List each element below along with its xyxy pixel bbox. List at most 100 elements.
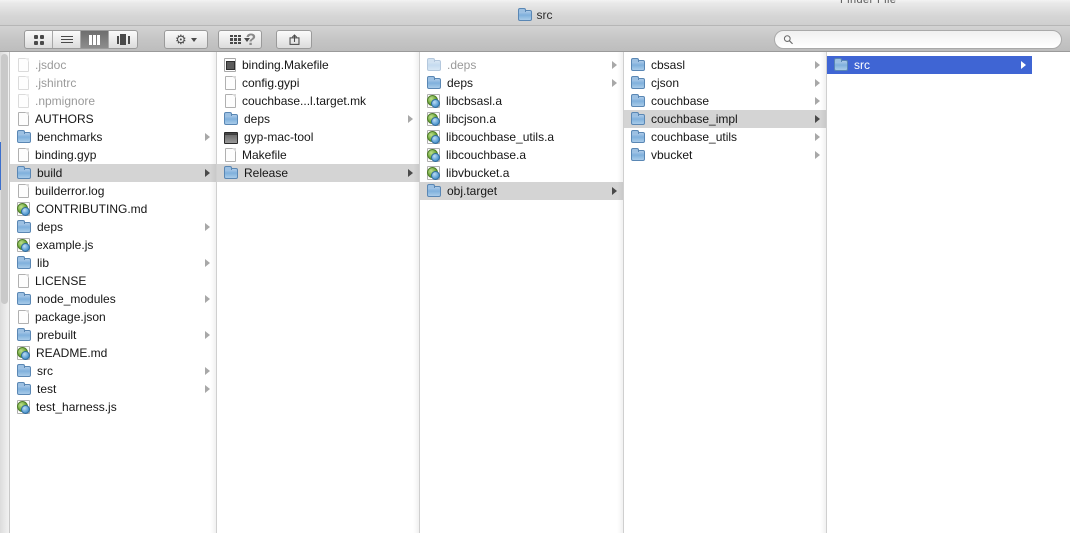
list-item[interactable]: node_modules	[10, 290, 216, 308]
script-icon	[427, 130, 440, 144]
list-item[interactable]: couchbase...l.target.mk	[217, 92, 419, 110]
gear-icon: ⚙	[175, 32, 187, 47]
list-item[interactable]: test	[10, 380, 216, 398]
folder-icon	[631, 148, 645, 161]
list-item[interactable]: gyp-mac-tool	[217, 128, 419, 146]
folder-icon	[427, 76, 441, 89]
list-item-label: CONTRIBUTING.md	[36, 202, 148, 216]
finder-column-2[interactable]: binding.Makefile config.gypi couchbase...l…	[217, 52, 420, 533]
finder-column-3[interactable]: .deps deps libcbsasl.a libcjson.a libcouchba…	[420, 52, 624, 533]
disclosure-arrow-icon	[815, 115, 820, 123]
share-button[interactable]	[276, 30, 312, 49]
script-icon	[427, 112, 440, 126]
list-item[interactable]: couchbase_impl	[624, 110, 826, 128]
view-mode-segmented-control[interactable]	[24, 30, 138, 49]
document-icon	[225, 94, 236, 108]
list-item[interactable]: couchbase_utils	[624, 128, 826, 146]
search-field[interactable]	[774, 30, 1062, 49]
list-item[interactable]: .deps	[420, 56, 623, 74]
list-item[interactable]: binding.gyp	[10, 146, 216, 164]
list-item[interactable]: src	[10, 362, 216, 380]
list-item[interactable]: cbsasl	[624, 56, 826, 74]
list-item[interactable]: couchbase	[624, 92, 826, 110]
disclosure-arrow-icon	[612, 61, 617, 69]
list-item[interactable]: build	[10, 164, 216, 182]
sidebar-scrollbar[interactable]	[0, 52, 10, 533]
list-item[interactable]: Makefile	[217, 146, 419, 164]
list-item[interactable]: builderror.log	[10, 182, 216, 200]
list-item[interactable]: Release	[217, 164, 419, 182]
list-item-label: obj.target	[447, 184, 498, 198]
list-item[interactable]: cjson	[624, 74, 826, 92]
list-item[interactable]: LICENSE	[10, 272, 216, 290]
script-icon	[17, 400, 30, 414]
list-item-label: deps	[447, 76, 474, 90]
icon-view-button[interactable]	[25, 31, 53, 48]
list-item-label: AUTHORS	[35, 112, 94, 126]
document-icon	[18, 58, 29, 72]
folder-icon	[834, 58, 848, 71]
column-browser: .jsdoc .jshintrc .npmignore AUTHORS benchmar…	[0, 52, 1070, 533]
list-item-label: README.md	[36, 346, 108, 360]
list-item[interactable]: deps	[217, 110, 419, 128]
list-item[interactable]: config.gypi	[217, 74, 419, 92]
finder-column-1[interactable]: .jsdoc .jshintrc .npmignore AUTHORS benchmar…	[10, 52, 217, 533]
list-item[interactable]: libcouchbase_utils.a	[420, 128, 623, 146]
list-item[interactable]: binding.Makefile	[217, 56, 419, 74]
list-item-label: libcjson.a	[446, 112, 497, 126]
list-item[interactable]: lib	[10, 254, 216, 272]
list-item[interactable]: test_harness.js	[10, 398, 216, 416]
list-item[interactable]: libcouchbase.a	[420, 146, 623, 164]
list-item[interactable]: src	[827, 56, 1032, 74]
title-bar[interactable]: src	[0, 4, 1070, 26]
list-item[interactable]: benchmarks	[10, 128, 216, 146]
disclosure-arrow-icon	[205, 169, 210, 177]
scrollbar-thumb[interactable]	[1, 54, 8, 304]
script-icon	[427, 166, 440, 180]
list-item[interactable]: libcjson.a	[420, 110, 623, 128]
action-gear-button[interactable]: ⚙	[164, 30, 208, 49]
script-icon	[427, 94, 440, 108]
list-item[interactable]: vbucket	[624, 146, 826, 164]
list-item-label: couchbase...l.target.mk	[242, 94, 367, 108]
finder-column-4[interactable]: cbsasl cjson couchbase couchbase_impl couchb…	[624, 52, 827, 533]
list-item[interactable]: example.js	[10, 236, 216, 254]
help-button[interactable]: ?	[240, 30, 262, 49]
list-item[interactable]: libvbucket.a	[420, 164, 623, 182]
list-item[interactable]: .jshintrc	[10, 74, 216, 92]
disclosure-arrow-icon	[815, 151, 820, 159]
column-view-button[interactable]	[81, 31, 109, 48]
list-item[interactable]: deps	[10, 218, 216, 236]
script-icon	[17, 202, 30, 216]
finder-column-5[interactable]: src	[827, 52, 1032, 533]
list-item[interactable]: libcbsasl.a	[420, 92, 623, 110]
list-item[interactable]: deps	[420, 74, 623, 92]
list-item[interactable]: .npmignore	[10, 92, 216, 110]
list-item[interactable]: .jsdoc	[10, 56, 216, 74]
folder-icon	[631, 76, 645, 89]
coverflow-view-button[interactable]	[109, 31, 137, 48]
list-item[interactable]: package.json	[10, 308, 216, 326]
list-item[interactable]: obj.target	[420, 182, 623, 200]
list-item[interactable]: README.md	[10, 344, 216, 362]
folder-icon	[427, 58, 441, 71]
list-item[interactable]: prebuilt	[10, 326, 216, 344]
list-item[interactable]: CONTRIBUTING.md	[10, 200, 216, 218]
window-title: src	[536, 8, 553, 22]
list-item-label: binding.Makefile	[242, 58, 329, 72]
folder-icon	[17, 166, 31, 179]
column-icon	[89, 34, 100, 45]
folder-icon	[631, 112, 645, 125]
list-item[interactable]: AUTHORS	[10, 110, 216, 128]
list-item-label: cbsasl	[651, 58, 686, 72]
list-view-button[interactable]	[53, 31, 81, 48]
search-input[interactable]	[798, 33, 1053, 46]
